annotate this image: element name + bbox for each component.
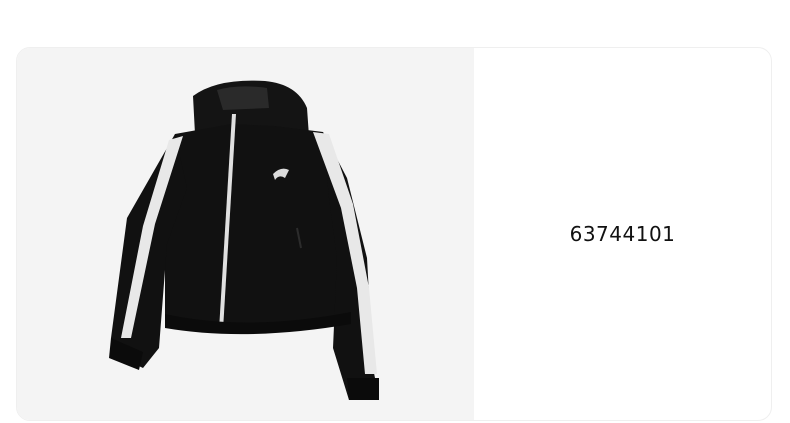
product-image[interactable] bbox=[17, 48, 474, 420]
product-sku: 63744101 bbox=[569, 222, 676, 246]
product-info: 63744101 bbox=[474, 48, 771, 420]
jacket-icon bbox=[109, 80, 379, 400]
product-card[interactable]: 63744101 bbox=[16, 47, 772, 421]
